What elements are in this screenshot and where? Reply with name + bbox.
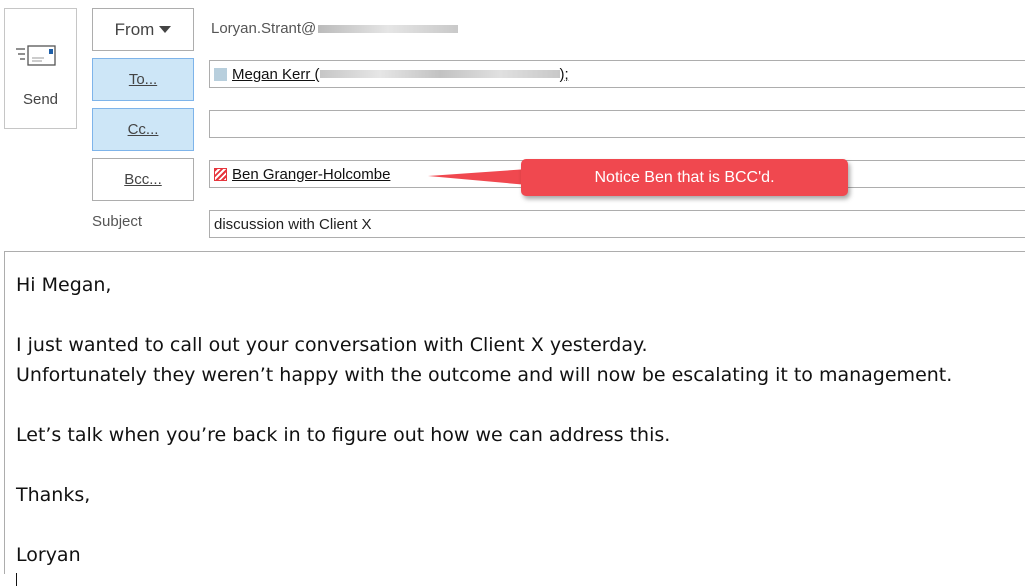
from-button-label: From <box>114 19 155 39</box>
from-button[interactable]: From <box>92 8 194 51</box>
body-line: Unfortunately they weren’t happy with th… <box>16 364 953 386</box>
body-greeting: Hi Megan, <box>16 274 112 296</box>
send-label: Send <box>22 91 59 108</box>
to-button[interactable]: To... <box>92 58 194 101</box>
body-signature: Loryan <box>16 544 81 566</box>
subject-label-text: Subject <box>92 213 143 230</box>
redacted-email <box>318 24 459 33</box>
cc-button[interactable]: Cc... <box>92 108 194 151</box>
to-recipient[interactable]: Megan Kerr ( ); <box>232 66 569 83</box>
from-address: Loryan.Strant@ <box>211 20 459 37</box>
to-field[interactable]: Megan Kerr ( ); <box>209 60 1025 88</box>
message-body[interactable]: Hi Megan, I just wanted to call out your… <box>4 251 1025 586</box>
annotation-text: Notice Ben that is BCC'd. <box>594 168 775 186</box>
contact-status-icon <box>214 67 227 81</box>
bcc-button[interactable]: Bcc... <box>92 158 194 201</box>
body-line: Let’s talk when you’re back in to figure… <box>16 424 671 446</box>
body-line: I just wanted to call out your conversat… <box>16 334 648 356</box>
bcc-recipient[interactable]: Ben Granger-Holcombe <box>232 166 390 183</box>
bcc-recipient-name: Ben Granger-Holcombe <box>232 165 391 183</box>
subject-field[interactable]: discussion with Client X <box>209 210 1025 238</box>
cc-field[interactable] <box>209 110 1025 138</box>
contact-status-icon <box>214 167 227 181</box>
cc-button-label: Cc... <box>127 121 159 138</box>
subject-value: discussion with Client X <box>214 215 372 233</box>
chevron-down-icon <box>159 25 172 34</box>
annotation-callout: Notice Ben that is BCC'd. <box>521 159 848 196</box>
redacted-email <box>319 70 560 78</box>
body-closing: Thanks, <box>16 484 91 506</box>
to-recipient-name: Megan Kerr ( <box>232 65 320 83</box>
send-button[interactable]: Send <box>4 8 77 129</box>
to-button-label: To... <box>128 71 158 88</box>
send-envelope-icon <box>15 43 66 73</box>
text-cursor <box>16 573 17 586</box>
bcc-button-label: Bcc... <box>124 171 162 188</box>
to-recipient-suffix: ); <box>559 65 569 83</box>
subject-label: Subject <box>92 213 142 230</box>
from-address-text: Loryan.Strant@ <box>211 20 317 37</box>
